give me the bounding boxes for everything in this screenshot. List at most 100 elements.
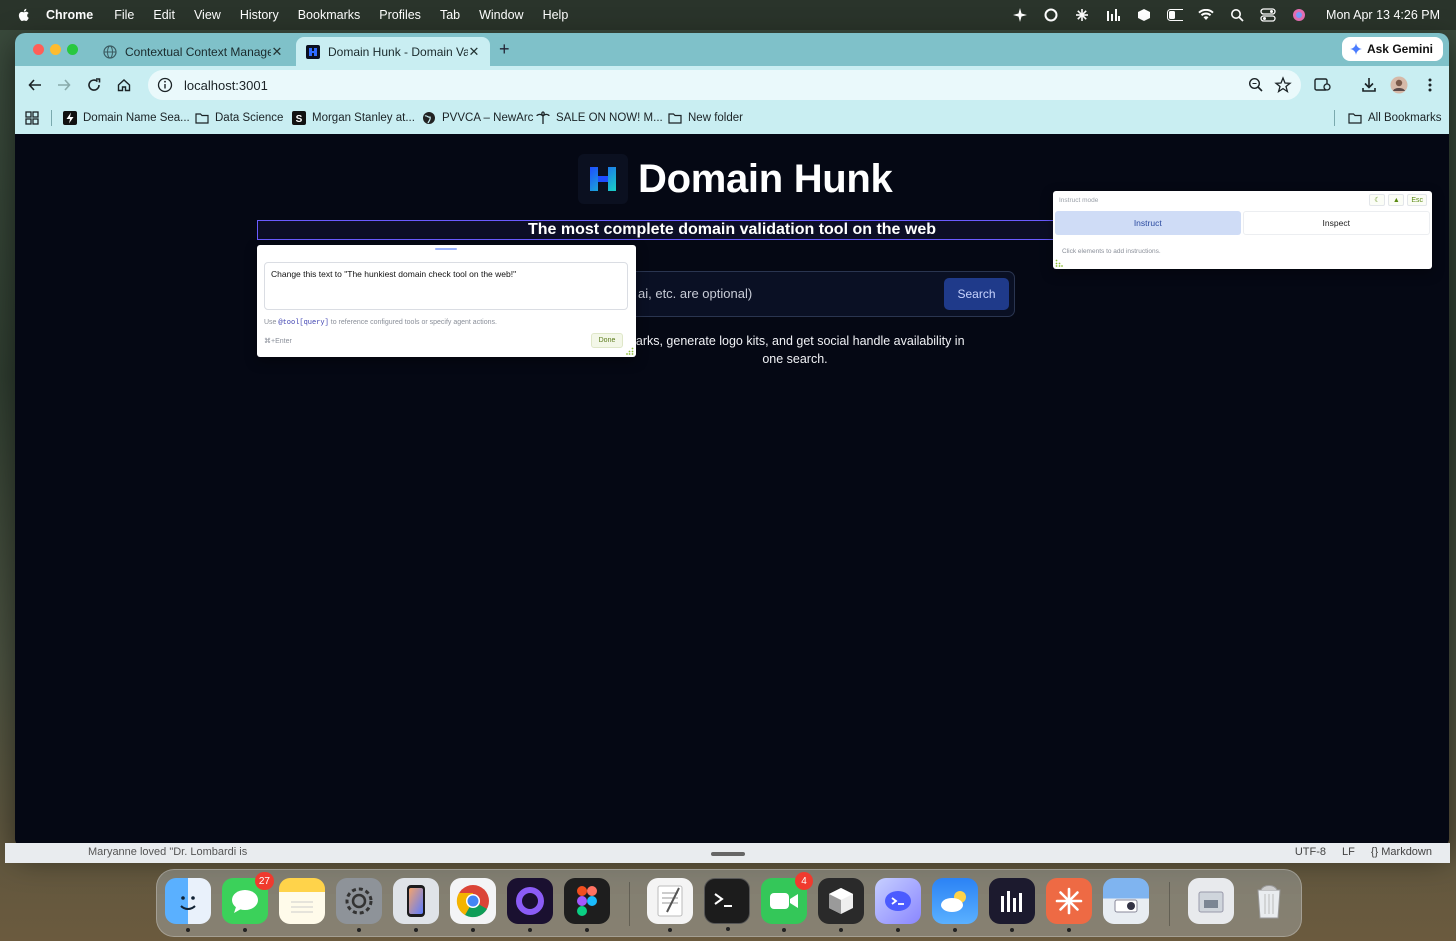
menu-file[interactable]: File <box>114 8 134 22</box>
bars-status-icon[interactable] <box>1105 7 1121 23</box>
circle-status-icon[interactable] <box>1043 7 1059 23</box>
mode-panel-empty-state: Click elements to add instructions. <box>1062 248 1161 255</box>
textedit-icon[interactable] <box>647 878 693 932</box>
forward-arrow-icon[interactable] <box>54 75 74 95</box>
burst-status-icon[interactable] <box>1074 7 1090 23</box>
control-center-icon[interactable] <box>1260 7 1276 23</box>
tab-search-icon[interactable] <box>1313 75 1333 95</box>
running-indicator <box>186 928 190 932</box>
tab-inspect[interactable]: Inspect <box>1242 211 1430 235</box>
running-indicator <box>471 928 475 932</box>
sparkle-icon[interactable] <box>1012 7 1028 23</box>
resize-grip-icon[interactable] <box>1055 259 1063 267</box>
menu-tab[interactable]: Tab <box>440 8 460 22</box>
preview-icon[interactable] <box>1103 878 1149 924</box>
bookmarks-divider <box>1334 110 1335 126</box>
apple-menu-icon[interactable] <box>16 7 32 23</box>
bookmark-sale-on-now[interactable]: SALE ON NOW! M... <box>536 109 663 127</box>
weather-icon[interactable] <box>932 878 978 932</box>
site-info-icon[interactable] <box>156 76 174 94</box>
bookmark-star-icon[interactable] <box>1274 76 1292 94</box>
tab-instruct[interactable]: Instruct <box>1055 211 1241 235</box>
resize-grip-icon[interactable] <box>626 347 634 355</box>
trash-icon[interactable] <box>1246 878 1292 924</box>
home-icon[interactable] <box>114 75 134 95</box>
globe-icon <box>423 112 435 124</box>
language-status[interactable]: {} Markdown <box>1371 846 1432 858</box>
new-tab-icon[interactable]: + <box>499 39 510 60</box>
cube-icon[interactable] <box>818 878 864 932</box>
instruction-hint: Use @tool[query] to reference configured… <box>264 319 497 327</box>
burst-icon[interactable] <box>1046 878 1092 932</box>
menu-app-name[interactable]: Chrome <box>46 8 93 22</box>
domain-hunk-favicon-icon <box>306 44 320 59</box>
menu-edit[interactable]: Edit <box>153 8 175 22</box>
drag-handle[interactable] <box>435 248 457 250</box>
menu-view[interactable]: View <box>194 8 221 22</box>
close-window-button[interactable] <box>33 44 44 55</box>
apps-grid-icon[interactable] <box>25 109 39 127</box>
figma-icon[interactable] <box>564 878 610 932</box>
subtext-line-1: marks, generate logo kits, and get socia… <box>625 334 965 348</box>
triangle-up-icon[interactable]: ▲ <box>1388 194 1405 206</box>
minimize-window-button[interactable] <box>50 44 61 55</box>
instruction-textarea[interactable]: Change this text to "The hunkiest domain… <box>264 262 628 310</box>
warp-icon[interactable] <box>875 878 921 932</box>
ask-gemini-button[interactable]: Ask Gemini <box>1341 37 1443 61</box>
reload-icon[interactable] <box>84 75 104 95</box>
menu-window[interactable]: Window <box>479 8 523 22</box>
line-ending-status[interactable]: LF <box>1342 846 1355 858</box>
spotlight-search-icon[interactable] <box>1229 7 1245 23</box>
running-indicator <box>668 928 672 932</box>
settings-icon[interactable] <box>336 878 382 932</box>
bookmark-data-science[interactable]: Data Science <box>195 109 283 127</box>
wifi-icon[interactable] <box>1198 7 1214 23</box>
menu-profiles[interactable]: Profiles <box>379 8 421 22</box>
terminal-icon[interactable] <box>704 878 750 931</box>
iphone-icon[interactable] <box>393 878 439 932</box>
menu-help[interactable]: Help <box>543 8 569 22</box>
url-text[interactable]: localhost:3001 <box>184 78 1247 93</box>
messages-icon[interactable]: 27 <box>222 872 274 932</box>
chrome-icon[interactable] <box>450 878 496 932</box>
back-arrow-icon[interactable] <box>25 75 45 95</box>
s-logo-icon: S <box>292 111 306 125</box>
encoding-status[interactable]: UTF-8 <box>1295 846 1326 858</box>
brand-name: Domain Hunk <box>638 156 893 201</box>
all-bookmarks-button[interactable]: All Bookmarks <box>1348 109 1442 127</box>
done-button[interactable]: Done <box>591 333 623 348</box>
downloads-icon[interactable] <box>1188 878 1234 924</box>
profile-avatar[interactable] <box>1389 75 1409 95</box>
tab-title: Contextual Context Manager <box>125 44 271 59</box>
ring-icon[interactable] <box>507 878 553 932</box>
bookmark-new-folder[interactable]: New folder <box>668 109 743 127</box>
notes-icon[interactable] <box>279 878 325 924</box>
siri-icon[interactable] <box>1291 7 1307 23</box>
address-bar[interactable]: localhost:3001 <box>148 70 1301 100</box>
tab-contextual-context-manager[interactable]: Contextual Context Manager ✕ <box>93 37 293 66</box>
bookmark-morgan-stanley[interactable]: S Morgan Stanley at... <box>292 109 415 127</box>
menu-history[interactable]: History <box>240 8 279 22</box>
resize-handle[interactable] <box>711 852 745 856</box>
moon-icon[interactable]: ☾ <box>1369 194 1386 206</box>
tab-close-icon[interactable]: ✕ <box>468 44 480 60</box>
bars-icon[interactable] <box>989 878 1035 932</box>
zoom-icon[interactable] <box>1247 76 1265 94</box>
tab-domain-hunk[interactable]: Domain Hunk - Domain Valida ✕ <box>296 37 490 66</box>
bookmark-pvvca[interactable]: PVVCA – NewArc <box>422 109 533 127</box>
fullscreen-window-button[interactable] <box>67 44 78 55</box>
menubar-clock[interactable]: Mon Apr 13 4:26 PM <box>1326 8 1440 22</box>
mode-panel-controls: ☾ ▲ Esc <box>1369 194 1427 206</box>
download-icon[interactable] <box>1359 75 1379 95</box>
bookmark-domain-name-search[interactable]: Domain Name Sea... <box>63 109 190 127</box>
cube-status-icon[interactable] <box>1136 7 1152 23</box>
tab-close-icon[interactable]: ✕ <box>271 44 283 60</box>
chrome-menu-icon[interactable] <box>1420 75 1440 95</box>
esc-button[interactable]: Esc <box>1407 194 1427 206</box>
bookmark-label: PVVCA – NewArc <box>442 112 534 124</box>
search-button[interactable]: Search <box>944 278 1009 310</box>
battery-icon[interactable] <box>1167 7 1184 23</box>
menu-bookmarks[interactable]: Bookmarks <box>298 8 361 22</box>
finder-icon[interactable] <box>165 878 211 932</box>
facetime-icon[interactable]: 4 <box>761 872 813 932</box>
